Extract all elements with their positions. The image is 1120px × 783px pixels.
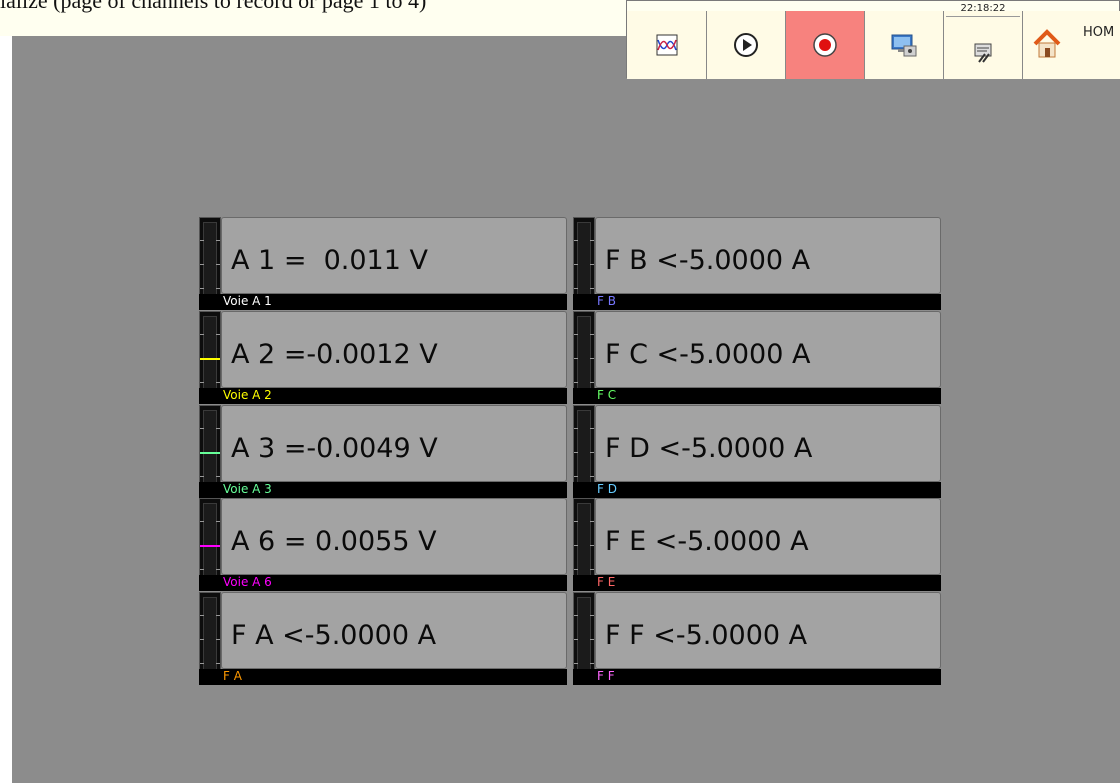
clock: 22:18:22: [946, 2, 1020, 17]
play-button[interactable]: [706, 11, 785, 79]
channel-label: F B: [597, 294, 616, 308]
record-icon: [813, 33, 837, 57]
channel-tile[interactable]: F A <-5.0000 A F A: [199, 592, 567, 685]
channel-tile[interactable]: F C <-5.0000 A F C: [573, 311, 941, 404]
channel-label-bar: Voie A 3: [199, 482, 567, 498]
channel-label: F F: [597, 669, 615, 683]
channel-label-bar: F D: [573, 482, 941, 498]
channel-tile[interactable]: A 1 = 0.011 V Voie A 1: [199, 217, 567, 310]
channel-value: A 2 =-0.0012 V: [231, 339, 438, 370]
channel-label-bar: Voie A 2: [199, 388, 567, 404]
channel-tile[interactable]: F E <-5.0000 A F E: [573, 498, 941, 591]
computer-save-icon: [891, 34, 917, 57]
home-icon: [1033, 29, 1061, 58]
channel-value: F C <-5.0000 A: [605, 339, 811, 370]
channel-value: F F <-5.0000 A: [605, 620, 808, 651]
home-button[interactable]: HOM: [1022, 11, 1120, 79]
settings-button[interactable]: 22:18:22: [943, 3, 1022, 79]
channel-label-bar: F C: [573, 388, 941, 404]
channel-tile[interactable]: F B <-5.0000 A F B: [573, 217, 941, 310]
channel-value: F D <-5.0000 A: [605, 433, 813, 464]
channel-level-marker: [200, 452, 220, 454]
channel-tile[interactable]: A 6 = 0.0055 V Voie A 6: [199, 498, 567, 591]
save-button[interactable]: [864, 11, 943, 79]
channel-value: F B <-5.0000 A: [605, 245, 811, 276]
channel-label: Voie A 6: [223, 575, 272, 589]
channel-label: F E: [597, 575, 616, 589]
channel-label-bar: F B: [573, 294, 941, 310]
play-icon: [734, 33, 758, 57]
caption-text: ialize (page of channels to record or pa…: [0, 0, 427, 13]
channel-label-bar: F F: [573, 669, 941, 685]
channel-label-bar: F E: [573, 575, 941, 591]
channel-label: Voie A 2: [223, 388, 272, 402]
channel-label: Voie A 1: [223, 294, 272, 308]
channel-label: F A: [223, 669, 242, 683]
left-margin: [0, 36, 12, 783]
channel-value: A 1 = 0.011 V: [231, 245, 428, 276]
channel-value: A 6 = 0.0055 V: [231, 526, 437, 557]
channel-tile[interactable]: F F <-5.0000 A F F: [573, 592, 941, 685]
tools-icon: [974, 43, 992, 63]
channel-tile[interactable]: A 2 =-0.0012 V Voie A 2: [199, 311, 567, 404]
channel-tile[interactable]: F D <-5.0000 A F D: [573, 405, 941, 498]
channel-value: F A <-5.0000 A: [231, 620, 437, 651]
channel-label-bar: Voie A 6: [199, 575, 567, 591]
channel-label-bar: F A: [199, 669, 567, 685]
channel-label: Voie A 3: [223, 482, 272, 496]
record-button[interactable]: [785, 11, 864, 79]
channel-level-marker: [200, 358, 220, 360]
channel-value: A 3 =-0.0049 V: [231, 433, 438, 464]
waveform-icon: [656, 34, 677, 56]
channel-level-marker: [200, 545, 220, 547]
channel-label: F C: [597, 388, 617, 402]
channel-value: F E <-5.0000 A: [605, 526, 809, 557]
home-label: HOM: [1083, 25, 1115, 40]
scope-view-button[interactable]: [627, 11, 706, 79]
channel-label: F D: [597, 482, 617, 496]
channel-tile[interactable]: A 3 =-0.0049 V Voie A 3: [199, 405, 567, 498]
channel-label-bar: Voie A 1: [199, 294, 567, 310]
top-toolbar: 22:18:22 HOM: [626, 0, 1120, 79]
window-caption: ialize (page of channels to record or pa…: [0, 0, 626, 36]
